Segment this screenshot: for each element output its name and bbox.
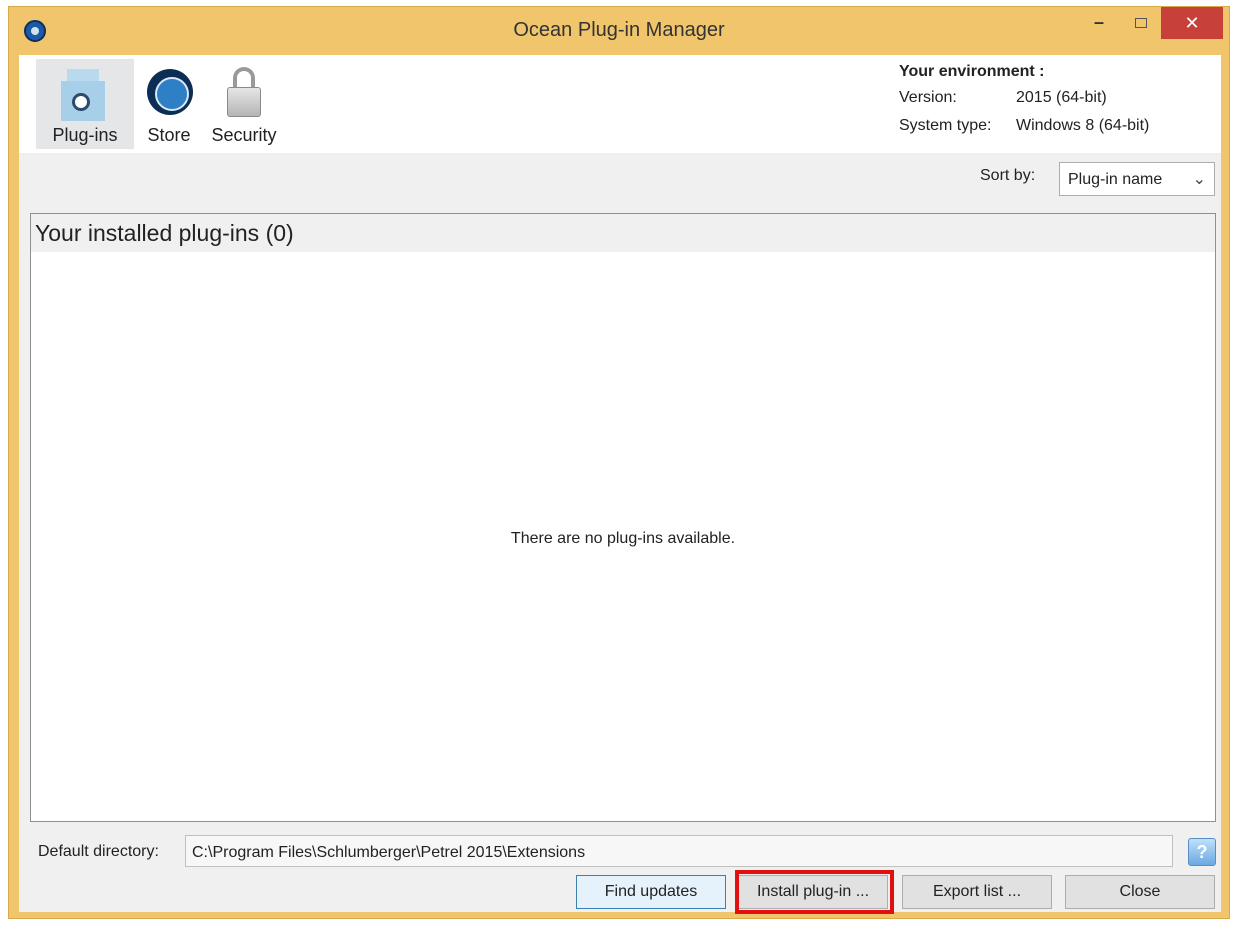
tab-security-label: Security — [211, 125, 277, 145]
minimize-button[interactable]: – — [1084, 7, 1114, 39]
export-list-button[interactable]: Export list ... — [902, 875, 1052, 909]
client-area: Plug-ins Store Security Your environment… — [19, 55, 1221, 914]
sort-by-value: Plug-in name — [1068, 171, 1163, 188]
tab-store[interactable]: Store — [139, 59, 199, 149]
maximize-button[interactable] — [1124, 7, 1158, 39]
toolbar: Plug-ins Store Security Your environment… — [19, 55, 1221, 153]
app-window: Ocean Plug-in Manager – ✕ Plug-ins Store… — [8, 6, 1230, 919]
environment-info: Your environment : Version: 2015 (64-bit… — [899, 63, 1209, 145]
find-updates-button[interactable]: Find updates — [576, 875, 726, 909]
environment-heading: Your environment : — [899, 63, 1045, 80]
sort-by-label: Sort by: — [980, 167, 1036, 184]
default-directory-field[interactable]: C:\Program Files\Schlumberger\Petrel 201… — [185, 835, 1173, 867]
empty-list-message: There are no plug-ins available. — [510, 530, 736, 547]
title-bar[interactable]: Ocean Plug-in Manager – ✕ — [9, 7, 1229, 55]
close-button[interactable]: Close — [1065, 875, 1215, 909]
default-directory-label: Default directory: — [38, 843, 159, 860]
system-type-key: System type: — [899, 117, 992, 134]
plugin-icon — [59, 69, 107, 123]
tab-plugins-label: Plug-ins — [52, 125, 118, 145]
system-type-value: Windows 8 (64-bit) — [1016, 117, 1150, 134]
maximize-icon — [1135, 18, 1147, 29]
version-key: Version: — [899, 89, 957, 106]
tab-plugins[interactable]: Plug-ins — [36, 59, 134, 149]
environment-row-system-type: System type: Windows 8 (64-bit) — [899, 117, 1209, 145]
tab-security[interactable]: Security — [204, 59, 284, 149]
window-title: Ocean Plug-in Manager — [513, 19, 725, 41]
ocean-store-icon — [147, 69, 193, 115]
highlight-box — [735, 870, 894, 914]
lock-icon — [226, 67, 262, 119]
close-window-button[interactable]: ✕ — [1161, 7, 1223, 39]
tab-store-label: Store — [147, 125, 191, 145]
help-button[interactable]: ? — [1188, 838, 1216, 866]
version-value: 2015 (64-bit) — [1016, 89, 1107, 106]
sort-by-select[interactable]: Plug-in name ⌄ — [1059, 162, 1215, 196]
chevron-down-icon: ⌄ — [1192, 171, 1206, 188]
installed-plugins-list[interactable]: Your installed plug-ins (0) There are no… — [30, 213, 1216, 822]
installed-plugins-header: Your installed plug-ins (0) — [31, 214, 1215, 252]
environment-row-version: Version: 2015 (64-bit) — [899, 89, 1209, 117]
